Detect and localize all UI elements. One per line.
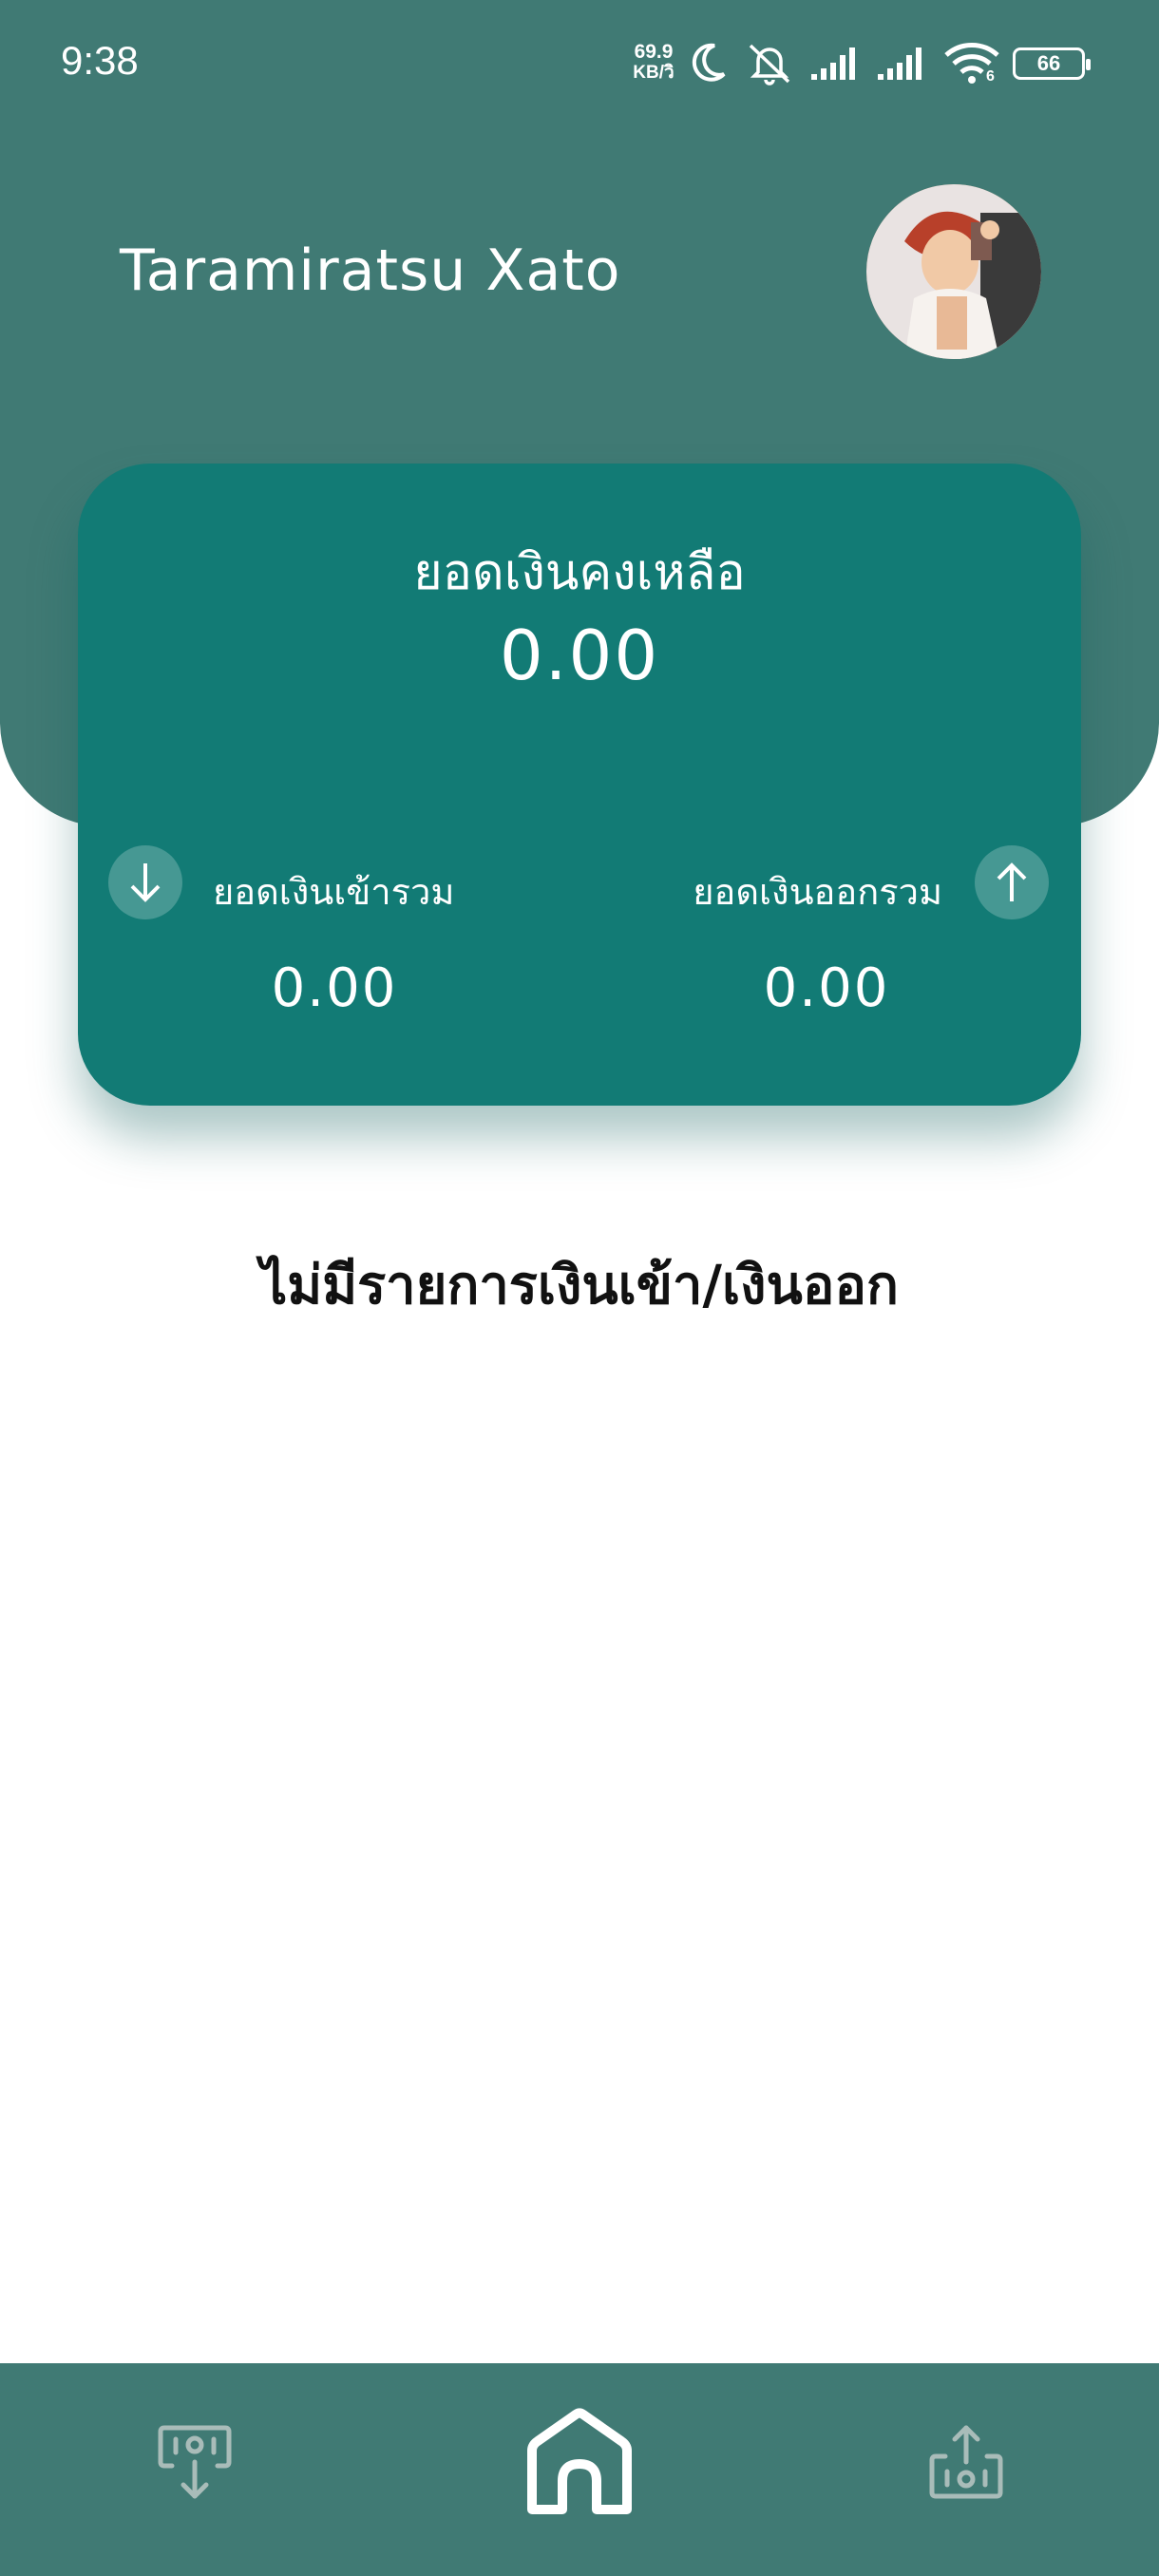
network-speed: 69.9 KB/วิ — [627, 42, 680, 84]
balance-title: ยอดเงินคงเหลือ — [413, 544, 746, 601]
network-speed-unit: KB/วิ — [633, 63, 674, 83]
nav-withdraw[interactable] — [914, 2415, 1018, 2510]
expense-total-label: ยอดเงินออกรวม — [693, 871, 942, 913]
balance-card: ยอดเงินคงเหลือ 0.00 ยอดเงินเข้ารวม 0.00 … — [78, 464, 1081, 1106]
wifi-badge: 6 — [986, 68, 995, 85]
battery-icon: 66 — [1013, 47, 1091, 80]
bottom-navigation — [0, 2363, 1159, 2576]
home-screen: 9:38 69.9 KB/วิ 6 66 Taramiratsu Xato ยอ… — [0, 0, 1159, 2576]
muted-bell-icon — [749, 44, 790, 85]
arrow-down-icon — [130, 863, 161, 902]
status-time: 9:38 — [61, 38, 139, 83]
expense-button[interactable] — [975, 845, 1049, 919]
signal-1-icon — [811, 47, 855, 80]
deposit-icon — [158, 2425, 232, 2499]
arrow-up-icon — [997, 862, 1027, 901]
avatar[interactable] — [866, 184, 1041, 359]
income-total-label: ยอดเงินเข้ารวม — [213, 871, 455, 913]
balance-amount: 0.00 — [499, 616, 660, 695]
signal-2-icon — [878, 47, 922, 80]
nav-home[interactable] — [521, 2403, 638, 2521]
do-not-disturb-icon — [692, 43, 726, 82]
expense-total-value: 0.00 — [763, 957, 890, 1019]
network-speed-value: 69.9 — [634, 41, 674, 63]
nav-deposit[interactable] — [142, 2415, 247, 2510]
withdraw-icon — [929, 2425, 1003, 2499]
status-bar: 9:38 69.9 KB/วิ 6 66 — [0, 0, 1159, 129]
user-name: Taramiratsu Xato — [120, 237, 621, 304]
income-button[interactable] — [108, 845, 182, 919]
income-total-value: 0.00 — [271, 957, 398, 1019]
avatar-image — [866, 184, 1041, 359]
home-icon — [527, 2408, 632, 2514]
battery-level: 66 — [1036, 51, 1061, 75]
empty-transactions-message: ไม่มีรายการเงินเข้า/เงินออก — [260, 1255, 899, 1316]
